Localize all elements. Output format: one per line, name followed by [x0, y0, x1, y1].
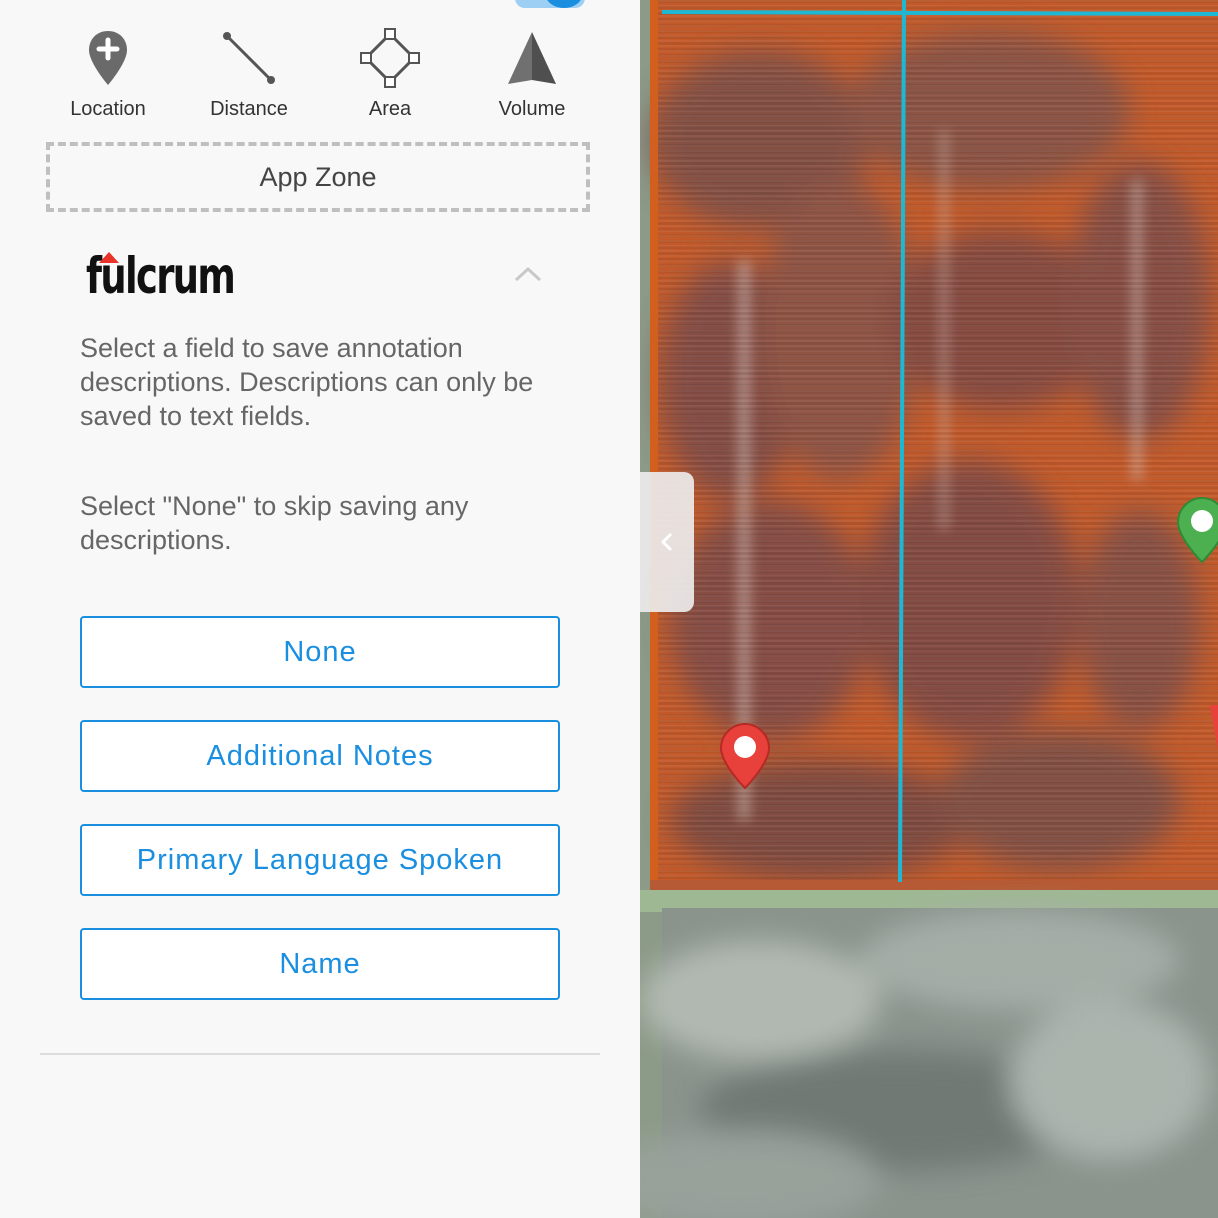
aerial-imagery	[640, 0, 1218, 1218]
divider	[40, 1053, 600, 1055]
fulcrum-none-hint: Select "None" to skip saving any descrip…	[80, 491, 469, 555]
fulcrum-description: Select a field to save annotation descri…	[80, 333, 534, 431]
location-pin-add-icon	[43, 22, 173, 94]
area-tool-button[interactable]: Area	[325, 22, 455, 121]
chevron-left-icon	[660, 532, 673, 552]
ruler-line-icon	[184, 22, 314, 94]
field-button-primary-language-spoken[interactable]: Primary Language Spoken	[80, 824, 560, 896]
location-tool-button[interactable]: Location	[43, 22, 173, 121]
volume-tool-button[interactable]: Volume	[467, 22, 597, 121]
distance-tool-label: Distance	[210, 98, 288, 120]
map-view[interactable]	[640, 0, 1218, 1218]
chevron-up-icon[interactable]	[512, 264, 544, 289]
app-zone-label: App Zone	[259, 161, 377, 192]
field-button-additional-notes[interactable]: Additional Notes	[80, 720, 560, 792]
annotation-panel: Location Distance Area Volume App Zone f…	[0, 0, 640, 1218]
volume-tool-label: Volume	[498, 98, 566, 120]
area-tool-label: Area	[368, 98, 412, 120]
distance-tool-button[interactable]: Distance	[184, 22, 314, 121]
field-button-name[interactable]: Name	[80, 928, 560, 1000]
field-boundary-line	[661, 10, 1218, 16]
location-tool-label: Location	[70, 98, 146, 120]
field-button-none[interactable]: None	[80, 616, 560, 688]
polygon-area-icon	[325, 22, 455, 94]
logo-caret-icon	[99, 252, 119, 263]
collapse-panel-tab[interactable]	[640, 472, 694, 612]
volume-pyramid-icon	[467, 22, 597, 94]
app-zone[interactable]: App Zone	[46, 142, 590, 212]
